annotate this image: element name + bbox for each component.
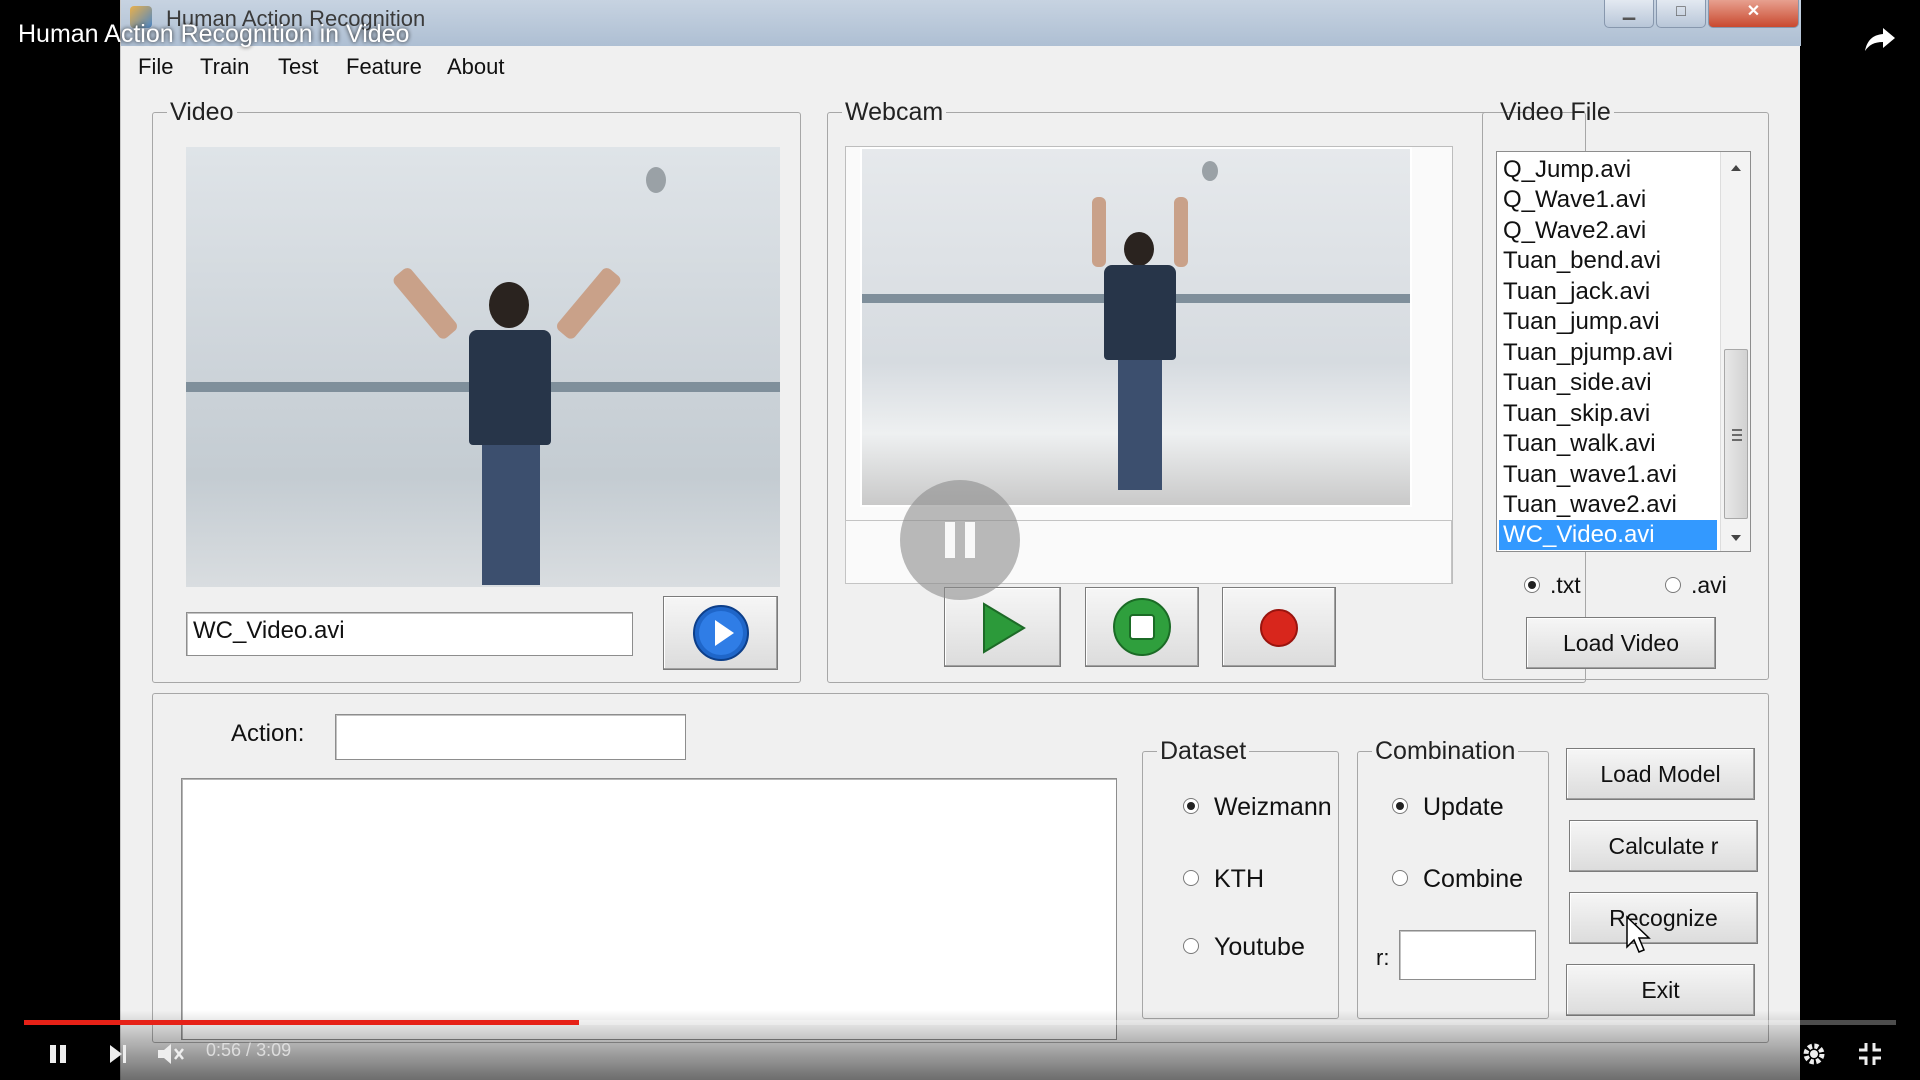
- action-label: Action:: [231, 720, 305, 747]
- video-display: [186, 147, 780, 587]
- calculate-r-button[interactable]: Calculate r: [1569, 820, 1758, 872]
- scroll-down-icon[interactable]: [1721, 528, 1751, 548]
- list-item[interactable]: Tuan_jump.avi: [1503, 307, 1660, 337]
- list-item[interactable]: Tuan_walk.avi: [1503, 429, 1656, 459]
- list-item[interactable]: Tuan_wave1.avi: [1503, 460, 1677, 490]
- video-title[interactable]: Human Action Recognition in Video: [18, 20, 409, 49]
- list-item[interactable]: Q_Wave2.avi: [1503, 216, 1646, 246]
- menu-bar: File Train Test Feature About: [121, 49, 1801, 85]
- progress-bar[interactable]: [24, 1020, 1896, 1025]
- radio-update-label: Update: [1423, 793, 1504, 821]
- radio-combine-label: Combine: [1423, 865, 1524, 893]
- combination-legend: Combination: [1375, 737, 1516, 765]
- list-item[interactable]: Q_Jump.avi: [1503, 155, 1631, 185]
- maximize-button[interactable]: □: [1656, 0, 1706, 28]
- time-total: 3:09: [256, 1040, 292, 1060]
- radio-weizmann-label: Weizmann: [1214, 793, 1332, 821]
- next-icon[interactable]: [104, 1040, 132, 1068]
- person-figure: [391, 242, 623, 587]
- radio-txt-label: .txt: [1550, 572, 1581, 598]
- volume-muted-icon[interactable]: [154, 1040, 186, 1068]
- exit-button[interactable]: Exit: [1566, 964, 1755, 1016]
- time-current: 0:56: [206, 1040, 242, 1060]
- play-video-button[interactable]: [663, 596, 778, 670]
- play-triangle-icon: [982, 602, 1026, 654]
- time-separator: /: [241, 1040, 257, 1060]
- webcam-display: [860, 147, 1412, 507]
- log-output[interactable]: [181, 778, 1117, 1040]
- list-scrollbar[interactable]: [1720, 152, 1750, 551]
- time-display: 0:56 / 3:09: [206, 1040, 291, 1061]
- pause-icon[interactable]: [44, 1040, 72, 1068]
- person-figure: [1084, 197, 1194, 497]
- settings-gear-icon[interactable]: [1800, 1040, 1828, 1068]
- radio-kth[interactable]: [1183, 870, 1199, 886]
- radio-kth-label: KTH: [1214, 865, 1264, 893]
- menu-train[interactable]: Train: [200, 54, 249, 80]
- minimize-button[interactable]: ▁: [1604, 0, 1654, 28]
- exit-fullscreen-icon[interactable]: [1856, 1040, 1884, 1068]
- menu-file[interactable]: File: [138, 54, 173, 80]
- webcam-group-legend: Webcam: [845, 98, 944, 126]
- list-item[interactable]: Tuan_skip.avi: [1503, 399, 1650, 429]
- stop-icon: [1113, 598, 1171, 656]
- radio-weizmann[interactable]: [1183, 798, 1199, 814]
- menu-feature[interactable]: Feature: [346, 54, 422, 80]
- scrollbar-thumb[interactable]: [1724, 349, 1748, 519]
- list-item[interactable]: Tuan_wave2.avi: [1503, 490, 1677, 520]
- video-file-list[interactable]: Q_Jump.avi Q_Wave1.avi Q_Wave2.avi Tuan_…: [1496, 151, 1751, 552]
- dataset-legend: Dataset: [1160, 737, 1247, 765]
- video-file-group-legend: Video File: [1500, 98, 1611, 126]
- play-circle-icon: [692, 605, 749, 661]
- video-group-legend: Video: [170, 98, 234, 126]
- list-item[interactable]: Tuan_side.avi: [1503, 368, 1652, 398]
- pause-overlay-button[interactable]: [900, 480, 1020, 600]
- list-item[interactable]: Q_Wave1.avi: [1503, 185, 1646, 215]
- radio-combine[interactable]: [1392, 870, 1408, 886]
- radio-youtube-label: Youtube: [1214, 933, 1305, 961]
- webcam-record-button[interactable]: [1222, 587, 1336, 667]
- menu-about[interactable]: About: [447, 54, 505, 80]
- list-item[interactable]: Tuan_bend.avi: [1503, 246, 1661, 276]
- list-item[interactable]: Tuan_jack.avi: [1503, 277, 1650, 307]
- scroll-up-icon[interactable]: [1721, 158, 1751, 178]
- webcam-stop-button[interactable]: [1085, 587, 1199, 667]
- menu-test[interactable]: Test: [278, 54, 318, 80]
- video-filename-field[interactable]: WC_Video.avi: [186, 612, 633, 656]
- radio-avi-label: .avi: [1691, 572, 1727, 598]
- radio-avi[interactable]: [1665, 577, 1681, 593]
- list-item[interactable]: Tuan_pjump.avi: [1503, 338, 1673, 368]
- load-model-button[interactable]: Load Model: [1566, 748, 1755, 800]
- load-video-button[interactable]: Load Video: [1526, 617, 1716, 669]
- list-item-selected[interactable]: WC_Video.avi: [1499, 520, 1717, 550]
- close-button[interactable]: ✕: [1708, 0, 1799, 28]
- share-icon[interactable]: [1862, 20, 1898, 56]
- radio-update[interactable]: [1392, 798, 1408, 814]
- grip-icon: [1732, 429, 1742, 441]
- r-field[interactable]: [1399, 930, 1536, 980]
- mouse-cursor-icon: [1626, 915, 1651, 953]
- radio-youtube[interactable]: [1183, 938, 1199, 954]
- progress-played: [24, 1020, 579, 1025]
- record-icon: [1260, 609, 1298, 647]
- r-label: r:: [1376, 945, 1390, 970]
- recognize-button[interactable]: Recognize: [1569, 892, 1758, 944]
- radio-txt[interactable]: [1524, 577, 1540, 593]
- action-field[interactable]: [335, 714, 686, 760]
